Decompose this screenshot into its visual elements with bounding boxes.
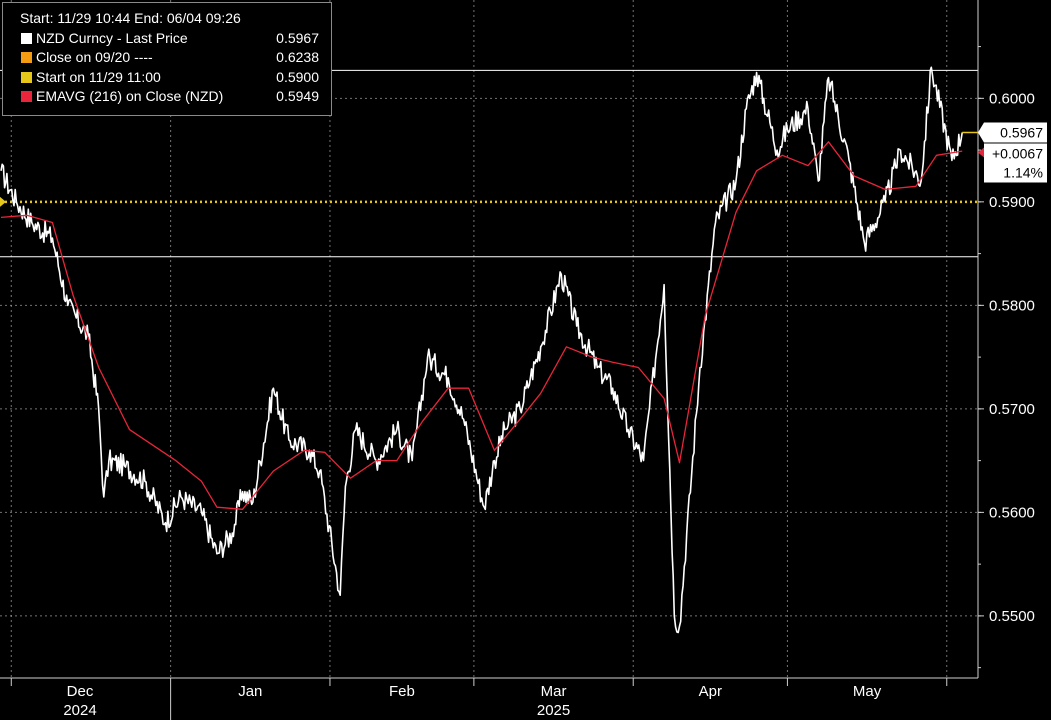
series-line-last-price	[0, 66, 963, 634]
x-month-label: May	[853, 683, 882, 700]
legend-swatch	[21, 52, 32, 63]
y-tick-label: 0.5600	[989, 504, 1035, 521]
series-line-emavg	[0, 141, 963, 510]
x-month-label: Jan	[238, 683, 262, 700]
y-axis: 0.5500 0.5600 0.5700 0.5800 0.5900 0.6000	[977, 0, 1035, 678]
x-month-label: Apr	[699, 683, 722, 700]
x-month-label: Mar	[541, 683, 567, 700]
legend-swatch	[21, 32, 32, 44]
x-month-label: Dec	[67, 683, 94, 700]
x-axis: Dec 2024 Jan Feb Mar 2025 Apr May	[0, 677, 978, 720]
legend-value: 0.5967	[276, 29, 319, 46]
y-tick-label: 0.5900	[989, 194, 1035, 211]
start-level-marker	[0, 196, 6, 207]
legend-value: 0.6238	[276, 49, 319, 65]
legend-value: 0.5900	[276, 68, 319, 85]
y-tick-label: 0.5500	[989, 608, 1035, 625]
legend-item-last-price[interactable]: NZD Curncy - Last Price 0.5967	[21, 29, 325, 49]
legend-swatch	[21, 91, 32, 102]
change-pct-label: 1.14%	[1003, 164, 1043, 180]
last-price-label: 0.5967	[1000, 124, 1043, 140]
y-tick-label: 0.5800	[989, 297, 1035, 314]
legend: Start: 11/29 10:44 End: 06/04 09:26 NZD …	[2, 2, 332, 116]
x-year-label: 2024	[63, 702, 96, 719]
legend-item-start[interactable]: Start on 11/29 11:00 0.5900	[21, 68, 325, 88]
y-tick-label: 0.5700	[989, 401, 1035, 418]
series-layer	[0, 66, 963, 634]
y-tick-label: 0.6000	[989, 90, 1035, 107]
legend-item-close[interactable]: Close on 09/20 ---- 0.6238	[21, 48, 325, 68]
x-year-label: 2025	[537, 702, 570, 719]
legend-value: 0.5949	[276, 88, 319, 104]
change-label: +0.0067	[992, 145, 1043, 161]
legend-header: Start: 11/29 10:44 End: 06/04 09:26	[20, 10, 241, 26]
legend-item-emavg[interactable]: EMAVG (216) on Close (NZD) 0.5949	[21, 87, 325, 107]
emavg-marker	[978, 147, 984, 158]
legend-swatch	[21, 71, 32, 83]
x-month-label: Feb	[389, 683, 415, 700]
